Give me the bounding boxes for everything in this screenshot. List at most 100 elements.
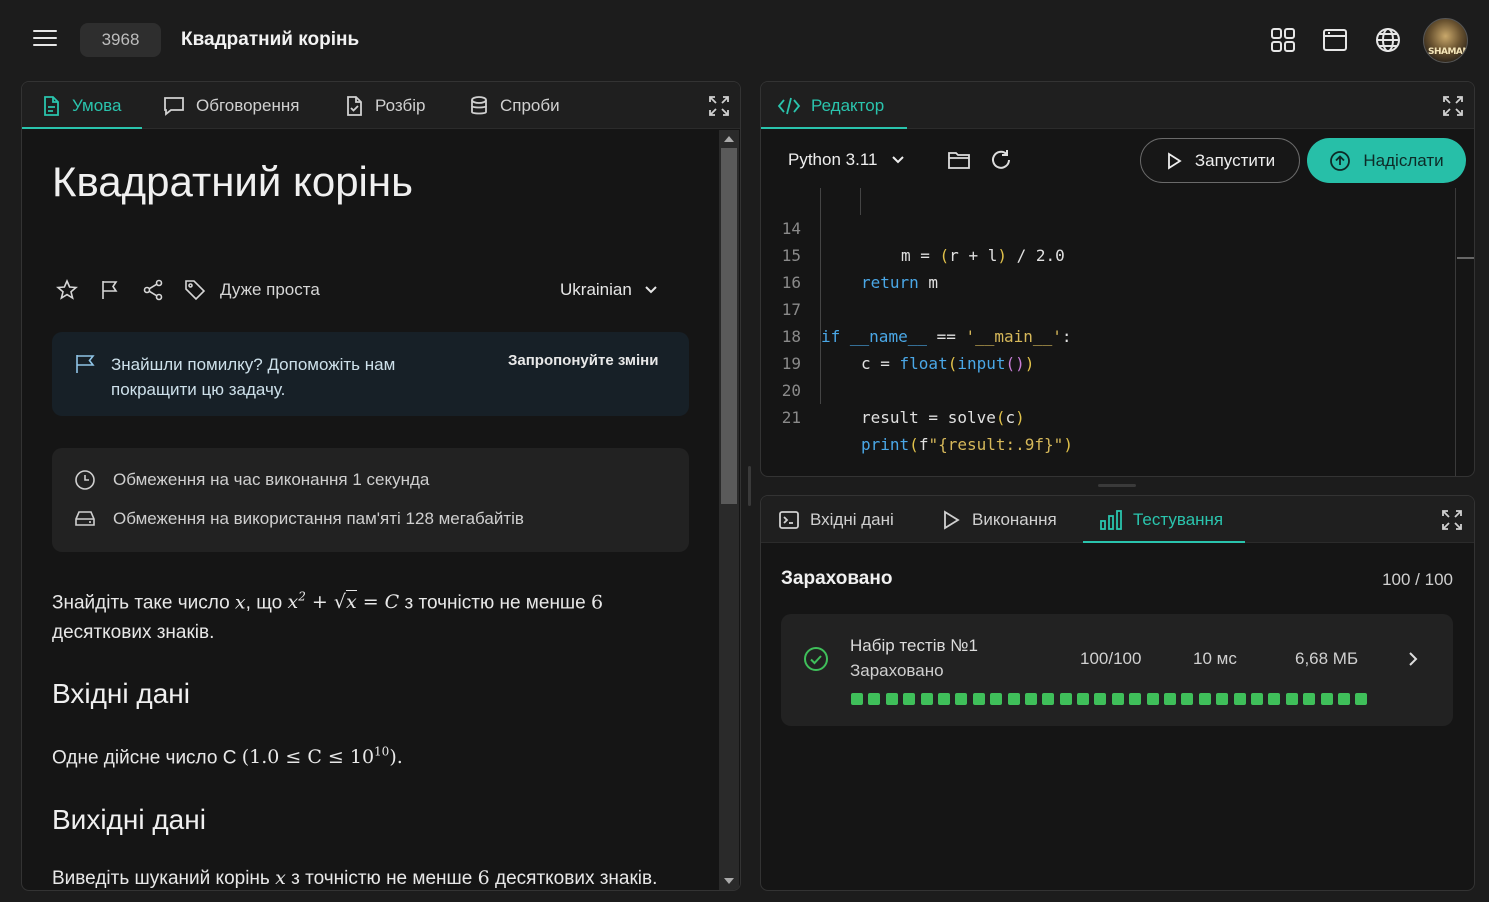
tab-testing[interactable]: Тестування: [1083, 496, 1245, 543]
language-version-select[interactable]: Python 3.11: [788, 150, 905, 170]
avatar[interactable]: SHAMAN: [1423, 18, 1468, 63]
test-passed-marker[interactable]: [1129, 693, 1142, 705]
test-passed-marker[interactable]: [1198, 693, 1211, 705]
editor-toolbar: Python 3.11 Запустити Надіслати: [761, 130, 1474, 188]
test-passed-marker[interactable]: [1146, 693, 1159, 705]
horizontal-splitter[interactable]: [1098, 484, 1136, 487]
problem-tabbar: Умова Обговорення Розбір Спроби: [22, 82, 740, 129]
test-passed-marker[interactable]: [885, 693, 898, 705]
test-passed-marker[interactable]: [1303, 693, 1316, 705]
problem-title: Квадратний корінь: [52, 158, 413, 205]
code-line: 21 print(f"{result:.9f}"): [761, 377, 1073, 454]
test-passed-marker[interactable]: [990, 693, 1003, 705]
math-range: (1.0 ≤ C ≤ 1010).: [242, 745, 403, 768]
globe-icon[interactable]: [1374, 26, 1402, 54]
test-passed-marker[interactable]: [868, 693, 881, 705]
scroll-up-arrow[interactable]: [724, 136, 734, 142]
test-passed-marker[interactable]: [1285, 693, 1298, 705]
test-passed-marker[interactable]: [955, 693, 968, 705]
test-passed-marker[interactable]: [1077, 693, 1090, 705]
memory-limit: Обмеження на використання пам'яті 128 ме…: [73, 507, 524, 531]
test-passed-marker[interactable]: [1111, 693, 1124, 705]
scroll-down-arrow[interactable]: [724, 878, 734, 884]
test-passed-marker[interactable]: [1216, 693, 1229, 705]
math-exponent: 10: [374, 745, 390, 759]
test-passed-marker[interactable]: [1233, 693, 1246, 705]
statement-text: , що: [245, 592, 288, 614]
document-icon: [44, 95, 59, 116]
tab-editor[interactable]: Редактор: [761, 82, 907, 129]
test-passed-marker[interactable]: [1007, 693, 1020, 705]
tab-statement-label: Умова: [72, 95, 122, 115]
tab-statement[interactable]: Умова: [22, 82, 142, 129]
tab-solution[interactable]: Розбір: [343, 82, 425, 129]
star-icon[interactable]: [55, 278, 79, 302]
test-passed-marker[interactable]: [1181, 693, 1194, 705]
code-text: if __name__ == '__main__':: [821, 327, 1072, 346]
scroll-thumb[interactable]: [721, 148, 737, 504]
upload-circle-icon: [1330, 150, 1351, 171]
output-text: десяткових знаків.: [489, 868, 658, 889]
test-passed-marker[interactable]: [851, 693, 863, 705]
test-passed-marker[interactable]: [937, 693, 950, 705]
window-icon[interactable]: [1321, 26, 1349, 54]
language-version-value: Python 3.11: [788, 150, 878, 169]
test-passed-marker[interactable]: [903, 693, 916, 705]
test-results-strip: [851, 693, 1368, 705]
tab-attempts[interactable]: Спроби: [468, 82, 560, 129]
tab-editor-label: Редактор: [811, 95, 885, 115]
expand-icon[interactable]: [708, 95, 730, 117]
tab-input[interactable]: Вхідні дані: [778, 496, 894, 543]
tab-discussion[interactable]: Обговорення: [162, 82, 299, 129]
problem-content: Квадратний корінь Дуже проста Ukrainian …: [22, 130, 719, 890]
problem-scrollbar[interactable]: [719, 130, 739, 890]
flag-icon[interactable]: [98, 278, 122, 302]
editor-tabbar: Редактор: [761, 82, 1474, 129]
suggest-changes-link[interactable]: Запропонуйте зміни: [508, 352, 658, 369]
test-passed-marker[interactable]: [1024, 693, 1037, 705]
chevron-right-icon[interactable]: [1406, 650, 1420, 668]
test-passed-marker[interactable]: [1355, 693, 1368, 705]
vertical-splitter[interactable]: [748, 466, 751, 506]
test-passed-marker[interactable]: [920, 693, 933, 705]
testing-tabbar: Вхідні дані Виконання Тестування: [761, 496, 1474, 543]
folder-icon[interactable]: [947, 149, 971, 171]
test-passed-marker[interactable]: [1094, 693, 1107, 705]
terminal-icon: [779, 510, 799, 529]
expand-icon[interactable]: [1442, 95, 1464, 117]
test-passed-marker[interactable]: [1250, 693, 1263, 705]
chat-icon: [164, 96, 184, 116]
test-passed-marker[interactable]: [972, 693, 985, 705]
grid-icon[interactable]: [1269, 26, 1297, 54]
tab-execution[interactable]: Виконання: [940, 496, 1057, 543]
play-icon: [944, 509, 960, 530]
code-editor[interactable]: 14 m = (r + l) / 2.0 15 return m 16 17 i…: [761, 188, 1474, 476]
code-line: 17 if __name__ == '__main__':: [761, 269, 1072, 346]
code-line: 18 c = float(input()): [761, 296, 1035, 373]
test-passed-marker[interactable]: [1320, 693, 1333, 705]
math-x: x: [275, 867, 286, 889]
total-score: 100 / 100: [1382, 570, 1453, 589]
test-set-status: Зараховано: [850, 661, 944, 680]
share-icon[interactable]: [141, 278, 165, 302]
tab-testing-label: Тестування: [1133, 509, 1224, 529]
editor-scrollbar[interactable]: [1455, 188, 1456, 476]
code-icon: [777, 97, 801, 114]
menu-icon[interactable]: [33, 30, 57, 50]
test-passed-marker[interactable]: [1164, 693, 1177, 705]
refresh-icon[interactable]: [990, 149, 1014, 171]
test-passed-marker[interactable]: [1059, 693, 1072, 705]
submit-button[interactable]: Надіслати: [1307, 138, 1466, 183]
math-six: 6: [591, 591, 604, 614]
expand-icon[interactable]: [1441, 509, 1463, 531]
tab-attempts-label: Спроби: [500, 95, 560, 115]
storage-icon: [75, 511, 95, 526]
run-button[interactable]: Запустити: [1140, 138, 1300, 183]
test-passed-marker[interactable]: [1337, 693, 1350, 705]
test-set-card[interactable]: Набір тестів №1 Зараховано 100/100 10 мс…: [781, 614, 1453, 726]
test-passed-marker[interactable]: [1268, 693, 1281, 705]
problem-panel: Умова Обговорення Розбір Спроби Квадратн…: [21, 81, 741, 891]
code-line: 16: [761, 242, 819, 292]
language-select[interactable]: Ukrainian: [560, 280, 658, 300]
test-passed-marker[interactable]: [1042, 693, 1055, 705]
